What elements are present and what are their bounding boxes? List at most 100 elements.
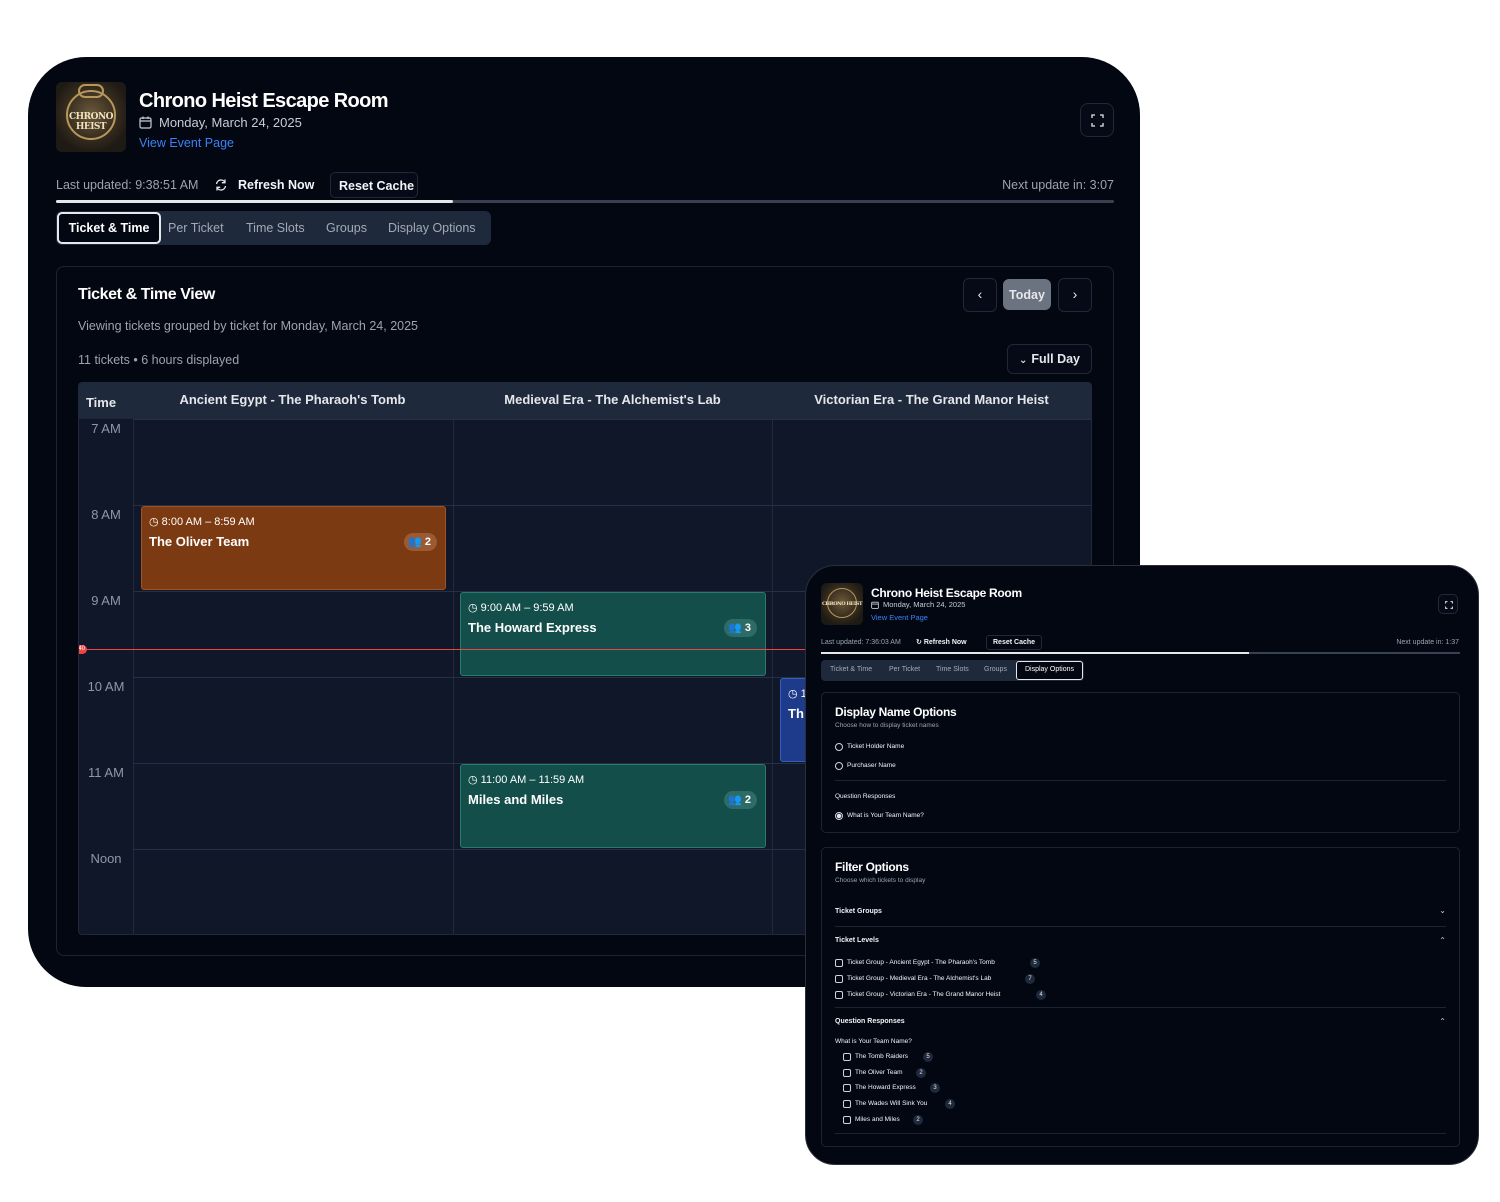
guest-count-badge: 👥 2 [404, 533, 437, 551]
chevron-up-icon[interactable]: ⌃ [1439, 1017, 1446, 1026]
ticket-holder-name-radio[interactable] [835, 743, 843, 751]
fullscreen-button[interactable] [1438, 594, 1458, 614]
fullscreen-icon [1445, 601, 1453, 609]
display-options-subtitle: Choose how to display ticket names [835, 722, 939, 729]
prev-day-button[interactable]: ‹ [963, 278, 997, 312]
update-progress-track [56, 200, 1114, 203]
ticket-groups-toggle[interactable]: Ticket Groups [835, 908, 882, 915]
tab-groups[interactable]: Groups [326, 221, 367, 235]
time-label: 11 AM [88, 765, 124, 780]
ticket-level-checkbox[interactable] [835, 959, 843, 967]
tab-ticket-time[interactable]: Ticket & Time [830, 666, 872, 673]
chevron-down-icon[interactable]: ⌄ [1439, 906, 1446, 915]
ticket-summary: 11 tickets • 6 hours displayed [78, 353, 240, 367]
ticket-levels-toggle[interactable]: Ticket Levels [835, 937, 879, 944]
team-checkbox[interactable] [843, 1053, 851, 1061]
view-tabs: Ticket & Time Per Ticket Time Slots Grou… [821, 660, 1084, 681]
display-options-title: Display Name Options [835, 705, 957, 719]
today-button[interactable]: Today [1003, 279, 1051, 310]
booking-name: Th [788, 706, 804, 721]
today-label: Today [1009, 288, 1045, 302]
booking-card[interactable]: ◷ 8:00 AM – 8:59 AM The Oliver Team 👥 2 [141, 506, 446, 590]
tab-time-slots[interactable]: Time Slots [936, 666, 969, 673]
tab-per-ticket[interactable]: Per Ticket [889, 666, 920, 673]
app-logo: CHRONO HEIST [821, 583, 863, 625]
view-title: Ticket & Time View [78, 286, 215, 303]
team-name-question-label: What is Your Team Name? [835, 1038, 912, 1045]
tab-time-slots[interactable]: Time Slots [246, 221, 305, 235]
view-tabs: Ticket & Time Per Ticket Time Slots Grou… [56, 211, 491, 245]
question-responses-heading: Question Responses [835, 793, 896, 800]
ticket-level-checkbox[interactable] [835, 975, 843, 983]
time-label: 8 AM [91, 507, 121, 522]
time-label: 7 AM [91, 421, 121, 436]
guest-count-badge: 👥 3 [724, 619, 757, 637]
time-label: 9 AM [91, 593, 121, 608]
booking-card[interactable]: ◷ 9:00 AM – 9:59 AM The Howard Express 👥… [460, 592, 766, 676]
view-event-page-link[interactable]: View Event Page [139, 136, 234, 150]
booking-name: Miles and Miles [468, 792, 564, 807]
divider [835, 780, 1446, 781]
team-checkbox[interactable] [843, 1084, 851, 1092]
filter-options-title: Filter Options [835, 860, 909, 874]
view-event-page-link[interactable]: View Event Page [871, 613, 928, 622]
count-badge: 3 [930, 1083, 940, 1093]
booking-card[interactable]: ◷ 11:00 AM – 11:59 AM Miles and Miles 👥 … [460, 764, 766, 848]
update-progress-fill [56, 200, 453, 203]
purchaser-name-radio[interactable] [835, 762, 843, 770]
tab-ticket-time[interactable]: Ticket & Time [57, 212, 161, 244]
chevron-up-icon[interactable]: ⌃ [1439, 936, 1446, 945]
filter-options-subtitle: Choose which tickets to display [835, 877, 926, 884]
time-range-dropdown[interactable]: ⌄ Full Day [1007, 344, 1092, 374]
count-badge: 2 [913, 1115, 923, 1125]
booking-time: ◷ 9:00 AM – 9:59 AM [468, 602, 574, 614]
users-icon: 👥 [728, 794, 742, 806]
last-updated-text: Last updated: 9:38:51 AM [56, 178, 199, 192]
time-range-label: Full Day [1031, 352, 1080, 366]
app-logo: CHRONO HEIST [56, 82, 126, 152]
clock-icon: ◷ [149, 516, 159, 528]
fullscreen-button[interactable] [1080, 103, 1114, 137]
ticket-holder-name-label: Ticket Holder Name [847, 743, 905, 750]
count-badge: 5 [1030, 958, 1040, 968]
next-day-button[interactable]: › [1058, 278, 1092, 312]
display-name-options-panel: Display Name Options Choose how to displ… [821, 692, 1460, 833]
reset-cache-label: Reset Cache [993, 639, 1036, 646]
team-checkbox[interactable] [843, 1069, 851, 1077]
team-label: The Howard Express [855, 1084, 916, 1091]
tab-groups[interactable]: Groups [984, 666, 1007, 673]
chevron-left-icon: ‹ [977, 286, 983, 302]
last-updated-text: Last updated: 7:36:03 AM [821, 639, 901, 646]
team-checkbox[interactable] [843, 1100, 851, 1108]
count-badge: 4 [1036, 990, 1046, 1000]
divider [835, 926, 1446, 927]
ticket-level-checkbox[interactable] [835, 991, 843, 999]
reset-cache-button[interactable]: Reset Cache [986, 635, 1043, 650]
display-options-tablet-screen: CHRONO HEIST Chrono Heist Escape Room Mo… [805, 565, 1479, 1165]
clock-icon: ◷ [468, 602, 478, 614]
team-name-label: What is Your Team Name? [847, 812, 924, 819]
reset-cache-label: Reset Cache [339, 179, 415, 193]
refresh-icon: ↻ [916, 639, 922, 646]
reset-cache-button[interactable]: Reset Cache [330, 172, 418, 198]
purchaser-name-label: Purchaser Name [847, 762, 896, 769]
time-label: 10 AM [87, 679, 125, 694]
team-name-radio[interactable] [835, 812, 843, 820]
tab-display-options[interactable]: Display Options [388, 221, 476, 235]
tab-display-options[interactable]: Display Options [1016, 661, 1083, 680]
fullscreen-icon [1091, 114, 1104, 127]
event-date: Monday, March 24, 2025 [883, 600, 966, 609]
tab-per-ticket[interactable]: Per Ticket [168, 221, 224, 235]
team-label: The Tomb Raiders [855, 1053, 908, 1060]
calendar-icon [139, 116, 152, 129]
count-badge: 5 [923, 1052, 933, 1062]
ticket-level-label: Ticket Group - Ancient Egypt - The Phara… [847, 959, 995, 966]
ticket-level-label: Ticket Group - Medieval Era - The Alchem… [847, 975, 992, 982]
question-responses-toggle[interactable]: Question Responses [835, 1018, 905, 1025]
ticket-level-label: Ticket Group - Victorian Era - The Grand… [847, 991, 1001, 998]
refresh-icon [215, 179, 227, 191]
team-checkbox[interactable] [843, 1116, 851, 1124]
refresh-now-button[interactable]: ↻ Refresh Now [916, 638, 967, 646]
clock-icon: ◷ [468, 774, 478, 786]
booking-time: ◷ 8:00 AM – 8:59 AM [149, 516, 255, 528]
